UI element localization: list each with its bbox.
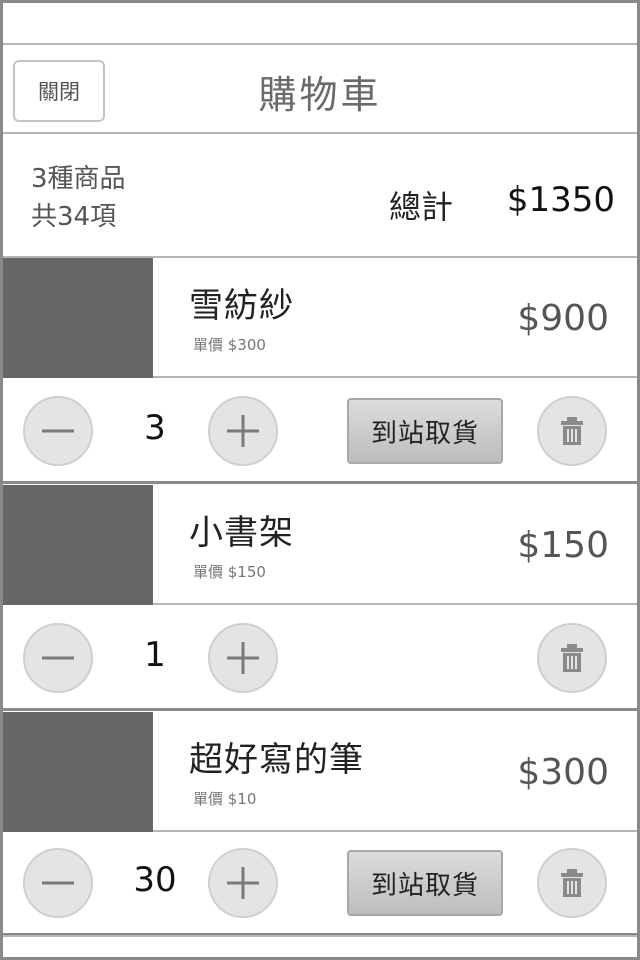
product-name: 超好寫的筆 — [189, 740, 364, 780]
item-price: $150 — [517, 525, 609, 566]
cart-item[interactable]: 雪紡紗 單價 $300 $900 — [3, 258, 637, 378]
product-name: 雪紡紗 — [189, 286, 294, 326]
cart-item[interactable]: 超好寫的筆 單價 $10 $300 — [3, 712, 637, 832]
quantity-value: 3 — [144, 408, 166, 448]
item-total-count: 共34項 — [31, 202, 117, 232]
item-controls: 3 到站取貨 — [3, 380, 637, 484]
page-title: 購物車 — [258, 73, 382, 117]
quantity-value: 30 — [133, 860, 177, 900]
bottom-bar — [3, 935, 637, 957]
minus-icon — [42, 656, 74, 660]
product-image — [3, 258, 153, 378]
product-name: 小書架 — [189, 513, 294, 553]
pickup-button[interactable]: 到站取貨 — [347, 398, 503, 464]
total-label: 總計 — [389, 188, 454, 226]
decrease-button[interactable] — [23, 848, 93, 918]
pickup-button[interactable]: 到站取貨 — [347, 850, 503, 916]
trash-icon — [561, 869, 583, 897]
total-amount: $1350 — [506, 180, 615, 220]
cart-summary: 3種商品 共34項 總計 $1350 — [3, 134, 637, 258]
trash-icon — [561, 644, 583, 672]
minus-icon — [42, 881, 74, 885]
cart-item[interactable]: 小書架 單價 $150 $150 — [3, 485, 637, 605]
delete-button[interactable] — [537, 848, 607, 918]
status-bar — [3, 3, 637, 45]
delete-button[interactable] — [537, 396, 607, 466]
decrease-button[interactable] — [23, 623, 93, 693]
item-price: $300 — [517, 752, 609, 793]
nav-bar: 關閉 購物車 — [3, 46, 637, 134]
quantity-value: 1 — [144, 635, 166, 675]
plus-icon — [227, 415, 259, 447]
item-controls: 30 到站取貨 — [3, 832, 637, 936]
product-image — [3, 712, 153, 832]
item-controls: 1 — [3, 607, 637, 711]
minus-icon — [42, 429, 74, 433]
increase-button[interactable] — [208, 848, 278, 918]
increase-button[interactable] — [208, 396, 278, 466]
plus-icon — [227, 642, 259, 674]
app-frame: 關閉 購物車 3種商品 共34項 總計 $1350 雪紡紗 單價 $300 $9… — [0, 0, 640, 960]
product-kinds-count: 3種商品 — [31, 164, 126, 194]
delete-button[interactable] — [537, 623, 607, 693]
plus-icon — [227, 867, 259, 899]
unit-price: 單價 $10 — [193, 790, 257, 808]
trash-icon — [561, 417, 583, 445]
unit-price: 單價 $150 — [193, 563, 266, 581]
decrease-button[interactable] — [23, 396, 93, 466]
increase-button[interactable] — [208, 623, 278, 693]
item-price: $900 — [517, 298, 609, 339]
product-image — [3, 485, 153, 605]
unit-price: 單價 $300 — [193, 336, 266, 354]
